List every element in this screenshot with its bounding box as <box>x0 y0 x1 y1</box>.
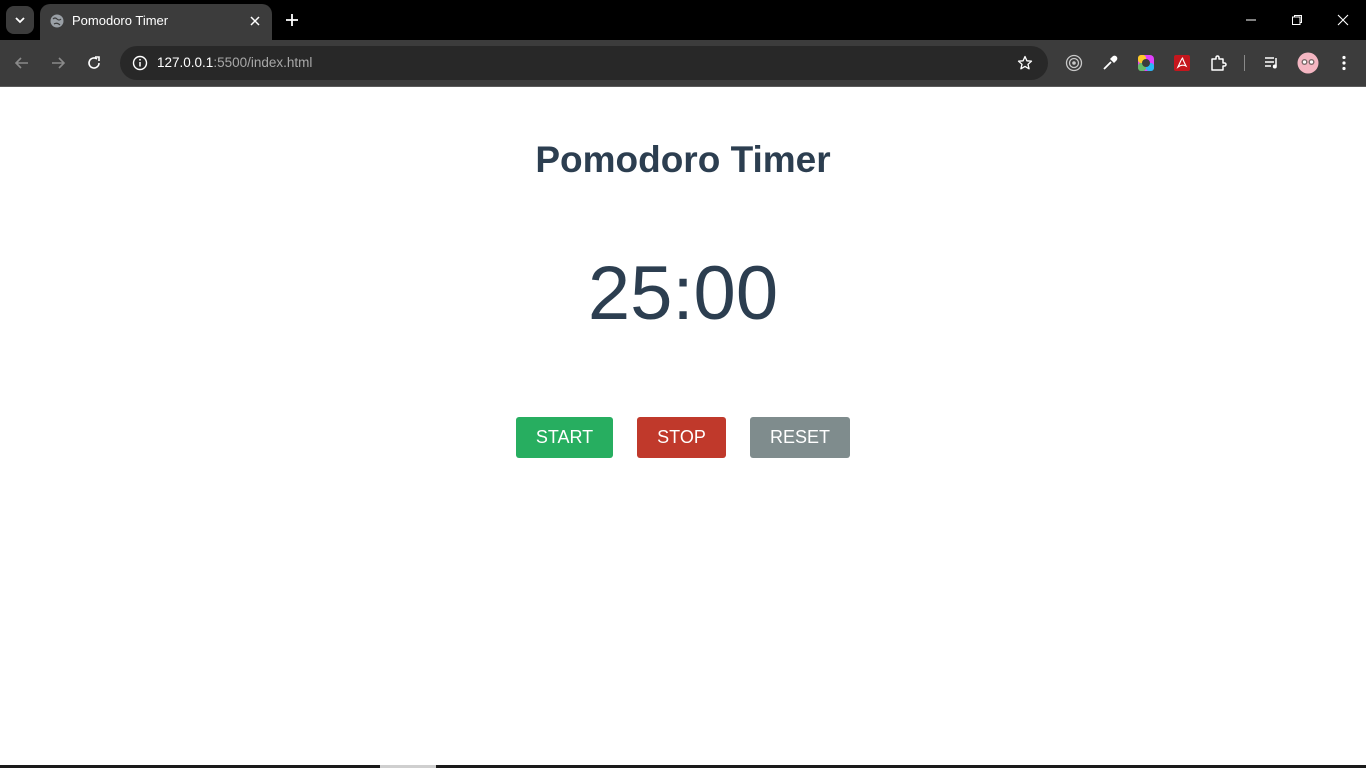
tab-active[interactable]: Pomodoro Timer <box>40 4 272 40</box>
timer-display: 25:00 <box>587 251 779 336</box>
tab-strip: Pomodoro Timer <box>0 0 1366 40</box>
info-icon[interactable] <box>128 51 152 75</box>
page-title: Pomodoro Timer <box>535 139 831 180</box>
start-button[interactable]: START <box>516 417 613 458</box>
pdf-icon[interactable] <box>1170 51 1194 75</box>
color-wheel-icon[interactable] <box>1134 51 1158 75</box>
media-icon[interactable] <box>1260 51 1284 75</box>
profile-avatar-icon[interactable] <box>1296 51 1320 75</box>
url-path: :5500/index.html <box>213 55 313 70</box>
star-icon[interactable] <box>1014 52 1036 74</box>
reload-icon[interactable] <box>80 49 108 77</box>
globe-icon <box>50 14 64 28</box>
target-icon[interactable] <box>1062 51 1086 75</box>
window-close-icon[interactable] <box>1320 0 1366 40</box>
browser-toolbar: 127.0.0.1:5500/index.html <box>0 40 1366 86</box>
minimize-icon[interactable] <box>1228 0 1274 40</box>
address-bar[interactable]: 127.0.0.1:5500/index.html <box>120 46 1048 80</box>
reset-button[interactable]: RESET <box>750 417 850 458</box>
restore-icon[interactable] <box>1274 0 1320 40</box>
more-icon[interactable] <box>1332 51 1356 75</box>
plus-icon[interactable] <box>280 8 304 32</box>
url-text[interactable]: 127.0.0.1:5500/index.html <box>157 55 312 70</box>
eyedropper-icon[interactable] <box>1098 51 1122 75</box>
extensions-icon[interactable] <box>1206 51 1230 75</box>
close-icon[interactable] <box>246 12 264 30</box>
page-content: Pomodoro Timer 25:00 START STOP RESET <box>0 87 1366 768</box>
stop-button[interactable]: STOP <box>637 417 726 458</box>
forward-icon[interactable] <box>44 49 72 77</box>
toolbar-separator <box>1244 55 1245 71</box>
tab-search-icon[interactable] <box>6 6 34 34</box>
tab-title: Pomodoro Timer <box>72 13 169 28</box>
back-icon[interactable] <box>8 49 36 77</box>
url-host: 127.0.0.1 <box>157 55 214 70</box>
